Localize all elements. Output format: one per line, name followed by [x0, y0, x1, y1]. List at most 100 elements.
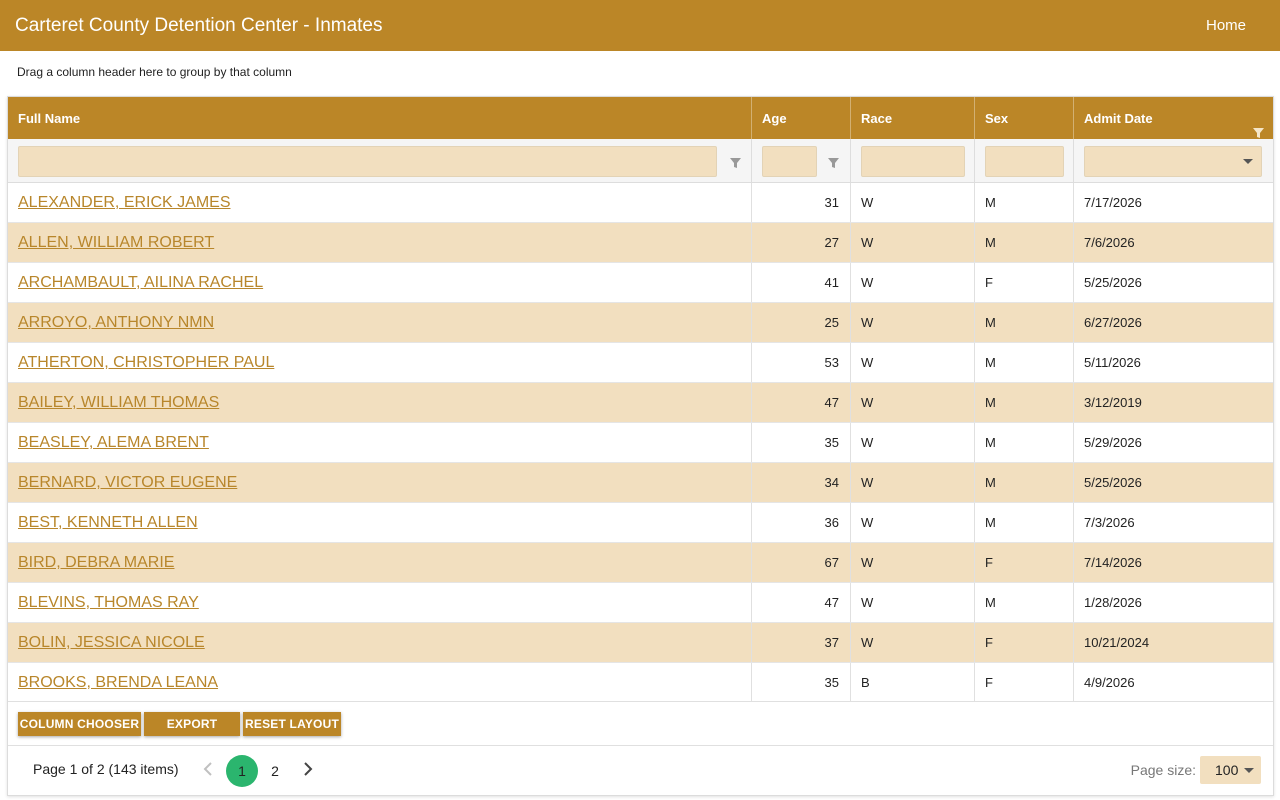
column-header-sex[interactable]: Sex — [975, 97, 1074, 139]
cell-age: 25 — [752, 303, 851, 342]
cell-age: 31 — [752, 183, 851, 222]
cell-admit-date: 7/17/2026 — [1084, 195, 1142, 210]
filter-cell-age — [752, 139, 851, 182]
age-filter-input[interactable] — [762, 146, 817, 177]
table-row[interactable]: ALEXANDER, ERICK JAMES 31 W M 7/17/2026 — [8, 183, 1273, 223]
table-row[interactable]: BEST, KENNETH ALLEN 36 W M 7/3/2026 — [8, 503, 1273, 543]
table-row[interactable]: BAILEY, WILLIAM THOMAS 47 W M 3/12/2019 — [8, 383, 1273, 423]
cell-admit-date: 7/3/2026 — [1084, 515, 1135, 530]
filter-cell-full-name — [8, 139, 752, 182]
filter-row — [8, 139, 1273, 183]
full-name-filter-input[interactable] — [18, 146, 717, 177]
cell-full-name: ALEXANDER, ERICK JAMES — [8, 183, 752, 222]
inmate-name-link[interactable]: BEASLEY, ALEMA BRENT — [18, 434, 209, 451]
page-button-1[interactable]: 1 — [226, 755, 258, 787]
cell-sex: F — [975, 663, 1074, 701]
cell-age: 47 — [752, 383, 851, 422]
inmate-name-link[interactable]: ALLEN, WILLIAM ROBERT — [18, 234, 214, 251]
admit-date-filter-select[interactable] — [1084, 146, 1262, 177]
inmate-name-link[interactable]: BERNARD, VICTOR EUGENE — [18, 474, 237, 491]
funnel-icon[interactable] — [828, 156, 839, 174]
cell-race: W — [851, 343, 975, 382]
inmate-name-link[interactable]: BAILEY, WILLIAM THOMAS — [18, 394, 219, 411]
inmate-name-link[interactable]: ALEXANDER, ERICK JAMES — [18, 194, 231, 211]
sex-filter-input[interactable] — [985, 146, 1064, 177]
chevron-left-icon[interactable] — [203, 762, 213, 781]
page-size-select[interactable]: 100 — [1200, 756, 1261, 784]
home-link[interactable]: Home — [1206, 17, 1246, 34]
caret-down-icon — [1244, 768, 1254, 773]
cell-admit-date: 1/28/2026 — [1084, 595, 1142, 610]
inmate-name-link[interactable]: BIRD, DEBRA MARIE — [18, 554, 174, 571]
cell-sex: F — [975, 263, 1074, 302]
cell-full-name: BLEVINS, THOMAS RAY — [8, 583, 752, 622]
chevron-right-icon[interactable] — [303, 762, 313, 781]
funnel-icon[interactable] — [730, 156, 741, 174]
cell-full-name: BROOKS, BRENDA LEANA — [8, 663, 752, 701]
inmate-name-link[interactable]: BLEVINS, THOMAS RAY — [18, 594, 199, 611]
table-row[interactable]: ARCHAMBAULT, AILINA RACHEL 41 W F 5/25/2026 — [8, 263, 1273, 303]
table-row[interactable]: BROOKS, BRENDA LEANA 35 B F 4/9/2026 — [8, 663, 1273, 701]
cell-race: W — [851, 223, 975, 262]
cell-sex: M — [975, 423, 1074, 462]
filter-cell-sex — [975, 139, 1074, 182]
grid-body: ALEXANDER, ERICK JAMES 31 W M 7/17/2026 ALLEN… — [8, 183, 1273, 701]
table-row[interactable]: ALLEN, WILLIAM ROBERT 27 W M 7/6/2026 — [8, 223, 1273, 263]
column-header-label: Age — [762, 111, 787, 126]
table-row[interactable]: BOLIN, JESSICA NICOLE 37 W F 10/21/2024 — [8, 623, 1273, 663]
table-row[interactable]: ATHERTON, CHRISTOPHER PAUL 53 W M 5/11/2026 — [8, 343, 1273, 383]
table-row[interactable]: BLEVINS, THOMAS RAY 47 W M 1/28/2026 — [8, 583, 1273, 623]
page-size-value: 100 — [1215, 762, 1239, 778]
cell-sex: M — [975, 303, 1074, 342]
cell-race: W — [851, 263, 975, 302]
inmate-name-link[interactable]: ATHERTON, CHRISTOPHER PAUL — [18, 354, 274, 371]
cell-race: W — [851, 183, 975, 222]
cell-sex: M — [975, 583, 1074, 622]
cell-admit-date: 10/21/2024 — [1084, 635, 1150, 650]
app-header: Carteret County Detention Center - Inmat… — [0, 0, 1280, 51]
table-row[interactable]: BERNARD, VICTOR EUGENE 34 W M 5/25/2026 — [8, 463, 1273, 503]
export-button[interactable]: EXPORT — [144, 712, 240, 736]
column-header-age[interactable]: Age — [752, 97, 851, 139]
page-size-label: Page size: — [1130, 762, 1196, 778]
inmate-name-link[interactable]: ARCHAMBAULT, AILINA RACHEL — [18, 274, 263, 291]
cell-sex: M — [975, 383, 1074, 422]
cell-admit-date: 6/27/2026 — [1084, 315, 1142, 330]
column-header-admit-date[interactable]: Admit Date — [1074, 97, 1273, 139]
cell-full-name: BEASLEY, ALEMA BRENT — [8, 423, 752, 462]
table-row[interactable]: BIRD, DEBRA MARIE 67 W F 7/14/2026 — [8, 543, 1273, 583]
cell-full-name: BAILEY, WILLIAM THOMAS — [8, 383, 752, 422]
cell-race: B — [851, 663, 975, 701]
table-row[interactable]: ARROYO, ANTHONY NMN 25 W M 6/27/2026 — [8, 303, 1273, 343]
inmate-name-link[interactable]: BROOKS, BRENDA LEANA — [18, 674, 218, 691]
page-title: Carteret County Detention Center - Inmat… — [15, 15, 383, 36]
table-row[interactable]: BEASLEY, ALEMA BRENT 35 W M 5/29/2026 — [8, 423, 1273, 463]
reset-layout-button[interactable]: RESET LAYOUT — [243, 712, 341, 736]
column-header-race[interactable]: Race — [851, 97, 975, 139]
cell-race: W — [851, 383, 975, 422]
filter-cell-race — [851, 139, 975, 182]
cell-race: W — [851, 583, 975, 622]
cell-age: 47 — [752, 583, 851, 622]
cell-admit-date: 5/29/2026 — [1084, 435, 1142, 450]
cell-full-name: ATHERTON, CHRISTOPHER PAUL — [8, 343, 752, 382]
race-filter-input[interactable] — [861, 146, 965, 177]
pager-info: Page 1 of 2 (143 items) — [33, 761, 179, 777]
inmate-name-link[interactable]: ARROYO, ANTHONY NMN — [18, 314, 214, 331]
group-panel-hint[interactable]: Drag a column header here to group by th… — [17, 65, 292, 79]
column-header-full-name[interactable]: Full Name — [8, 97, 752, 139]
cell-admit-date: 5/25/2026 — [1084, 275, 1142, 290]
page-button-2[interactable]: 2 — [259, 755, 291, 787]
cell-age: 35 — [752, 663, 851, 701]
cell-full-name: BOLIN, JESSICA NICOLE — [8, 623, 752, 662]
inmate-name-link[interactable]: BEST, KENNETH ALLEN — [18, 514, 198, 531]
cell-full-name: BIRD, DEBRA MARIE — [8, 543, 752, 582]
inmate-name-link[interactable]: BOLIN, JESSICA NICOLE — [18, 634, 205, 651]
cell-admit-date: 4/9/2026 — [1084, 675, 1135, 690]
cell-age: 53 — [752, 343, 851, 382]
cell-full-name: ALLEN, WILLIAM ROBERT — [8, 223, 752, 262]
column-chooser-button[interactable]: COLUMN CHOOSER — [18, 712, 141, 736]
cell-sex: F — [975, 623, 1074, 662]
cell-age: 37 — [752, 623, 851, 662]
column-header-label: Sex — [985, 111, 1009, 126]
